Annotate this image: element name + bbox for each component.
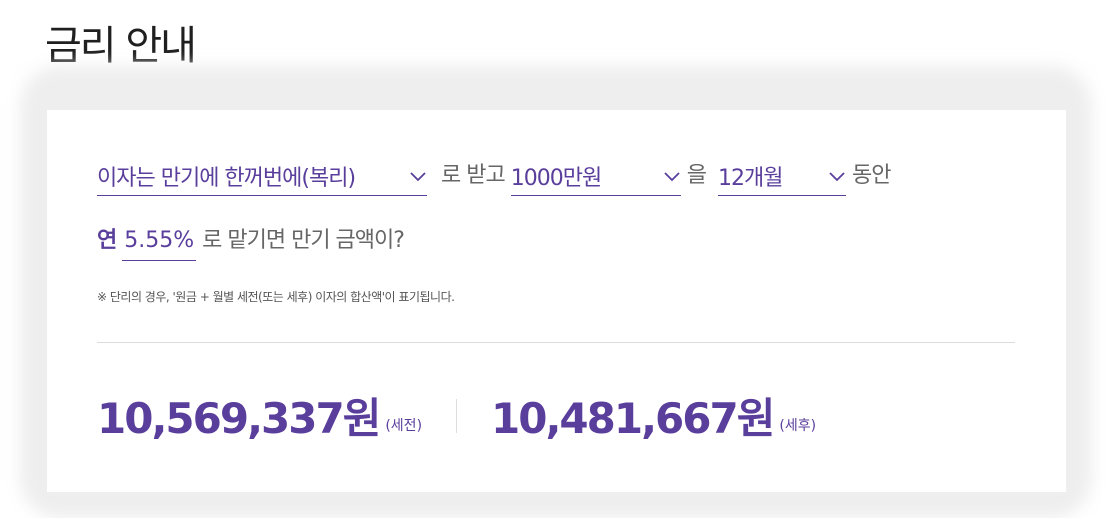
- period-select[interactable]: 12개월: [717, 156, 846, 196]
- rate-input[interactable]: 5.55%: [122, 221, 197, 261]
- calculator-row-1: 이자는 만기에 한꺼번에(복리) 로 받고 1000만원 을 12개월 동안: [97, 154, 891, 196]
- question-text: 로 맡기면 만기 금액이?: [202, 228, 405, 253]
- post-tax-label: (세후): [779, 417, 817, 434]
- calculator-row-2: 연 5.55% 로 맡기면 만기 금액이?: [97, 221, 405, 261]
- divider: [97, 342, 1015, 343]
- simple-interest-note: ※ 단리의 경우, '원금 + 월별 세전(또는 세후) 이자의 합산액'이 표…: [97, 290, 455, 304]
- result-separator: [456, 398, 458, 433]
- post-tax-amount: 10,481,667원: [491, 394, 775, 443]
- amount-select[interactable]: 1000만원: [510, 156, 681, 196]
- chevron-down-icon: [410, 171, 426, 181]
- chevron-down-icon: [664, 171, 680, 181]
- amount-value: 1000만원: [510, 165, 602, 191]
- year-text: 연: [97, 228, 117, 253]
- interest-calculator-card: 이자는 만기에 한꺼번에(복리) 로 받고 1000만원 을 12개월 동안 연…: [47, 110, 1066, 492]
- during-text: 동안: [851, 163, 891, 188]
- eul-text: 을: [686, 163, 707, 188]
- pre-tax-label: (세전): [385, 417, 423, 434]
- result-amounts: 10,569,337원 (세전) 10,481,667원 (세후): [97, 385, 816, 446]
- interest-type-value: 이자는 만기에 한꺼번에(복리): [97, 165, 356, 191]
- receive-text: 로 받고: [441, 163, 506, 188]
- pre-tax-amount: 10,569,337원: [97, 394, 381, 443]
- chevron-down-icon: [829, 171, 845, 181]
- page-title: 금리 안내: [45, 23, 197, 69]
- interest-type-select[interactable]: 이자는 만기에 한꺼번에(복리): [97, 156, 427, 196]
- period-value: 12개월: [717, 165, 783, 191]
